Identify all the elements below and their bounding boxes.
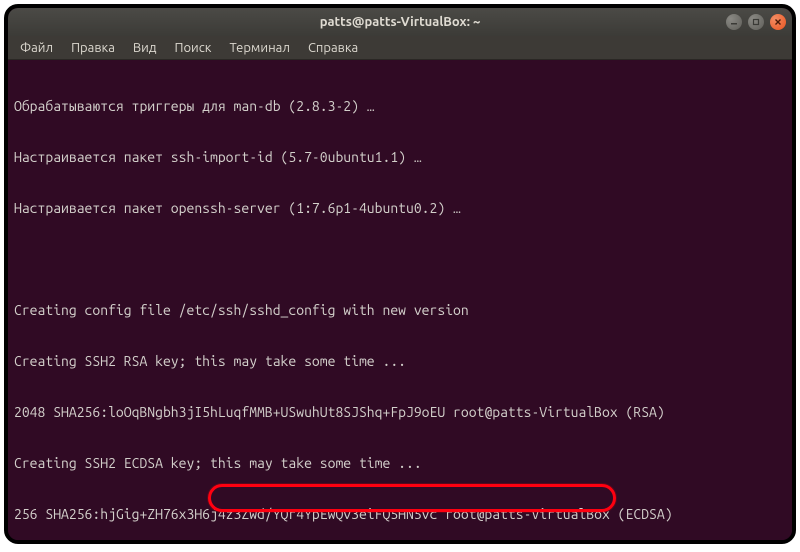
output-line: Настраивается пакет ssh-import-id (5.7-0…	[14, 149, 786, 166]
output-line: Creating SSH2 RSA key; this may take som…	[14, 353, 786, 370]
menu-search[interactable]: Поиск	[166, 39, 219, 57]
menu-terminal[interactable]: Терминал	[221, 39, 297, 57]
output-line: 2048 SHA256:loOqBNgbh3jI5hLuqfMMB+USwuhU…	[14, 404, 786, 421]
titlebar[interactable]: patts@patts-VirtualBox: ~	[8, 8, 792, 36]
menubar: Файл Правка Вид Поиск Терминал Справка	[8, 36, 792, 60]
menu-help[interactable]: Справка	[300, 39, 366, 57]
menu-file[interactable]: Файл	[12, 39, 61, 57]
menu-edit[interactable]: Правка	[63, 39, 123, 57]
close-button[interactable]	[770, 14, 786, 30]
output-line: Обрабатываются триггеры для man-db (2.8.…	[14, 98, 786, 115]
minimize-button[interactable]	[726, 14, 742, 30]
terminal-window: patts@patts-VirtualBox: ~ Файл Правка Ви…	[4, 4, 796, 544]
output-line: Creating SSH2 ECDSA key; this may take s…	[14, 455, 786, 472]
window-title: patts@patts-VirtualBox: ~	[320, 15, 481, 29]
menu-view[interactable]: Вид	[125, 39, 165, 57]
output-line	[14, 251, 786, 268]
terminal-area[interactable]: Обрабатываются триггеры для man-db (2.8.…	[8, 60, 792, 540]
output-line: Настраивается пакет openssh-server (1:7.…	[14, 200, 786, 217]
output-line: Creating config file /etc/ssh/sshd_confi…	[14, 302, 786, 319]
output-line: 256 SHA256:hjGig+ZH76x3H6j4z3Zwd/YQr4YpE…	[14, 506, 786, 523]
maximize-button[interactable]	[748, 14, 764, 30]
window-controls	[726, 14, 786, 30]
